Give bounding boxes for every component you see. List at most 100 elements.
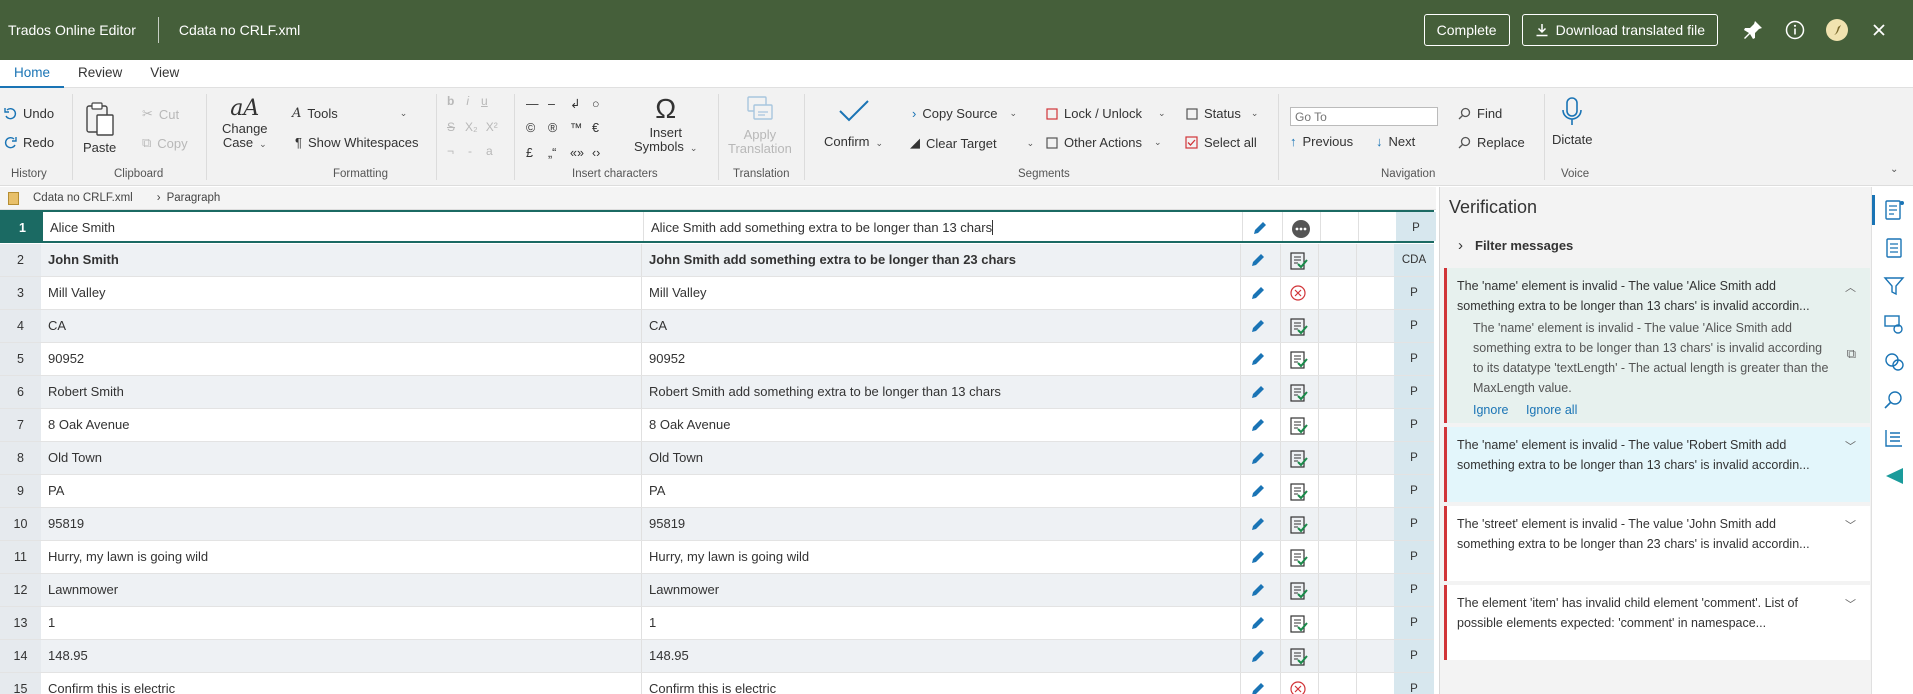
target-cell[interactable]: John Smith add something extra to be lon… [649, 252, 1016, 267]
confirmed-status-icon[interactable] [1289, 548, 1309, 568]
ignore-all-link[interactable]: Ignore all [1526, 403, 1577, 417]
document-icon[interactable] [1883, 237, 1905, 259]
target-cell[interactable]: CA [649, 318, 667, 333]
clear-target-button[interactable]: ◢ Clear Target ⌄ [910, 135, 1034, 151]
error-status-icon[interactable] [1289, 284, 1307, 302]
target-cell[interactable]: 148.95 [649, 648, 689, 663]
confirmed-status-icon[interactable] [1289, 251, 1309, 271]
target-cell[interactable]: 95819 [649, 516, 685, 531]
char-trademark[interactable]: ™ [570, 121, 592, 135]
target-cell[interactable]: 90952 [649, 351, 685, 366]
edit-pencil-icon[interactable] [1250, 384, 1266, 400]
find-button[interactable]: Find [1458, 106, 1502, 121]
char-copyright[interactable]: © [526, 121, 548, 135]
copy-message-icon[interactable]: ⧉ [1847, 344, 1856, 364]
filter-messages-toggle[interactable]: › Filter messages [1458, 237, 1573, 254]
edit-pencil-icon[interactable] [1250, 648, 1266, 664]
termbase-icon[interactable] [1883, 427, 1905, 449]
underline-button[interactable]: u [481, 94, 488, 108]
edit-pencil-icon[interactable] [1250, 615, 1266, 631]
edit-pencil-icon[interactable] [1250, 681, 1266, 694]
char-pound[interactable]: £ [526, 146, 548, 160]
char-single-guillemets[interactable]: ‹› [592, 146, 614, 160]
cut-button[interactable]: ✂ Cut [142, 106, 179, 122]
segment-row[interactable]: 14 148.95 148.95 P [0, 640, 1434, 673]
change-case-button[interactable]: aA Change Case ⌄ [222, 96, 268, 151]
edit-pencil-icon[interactable] [1252, 220, 1268, 236]
download-translated-file-button[interactable]: Download translated file [1521, 14, 1718, 46]
pin-panel-icon[interactable] [1883, 465, 1905, 487]
pin-icon[interactable] [1741, 18, 1765, 42]
confirm-button[interactable]: Confirm ⌄ [824, 98, 883, 149]
translation-memory-icon[interactable] [1883, 313, 1905, 335]
chevron-down-icon[interactable]: ⌄ [1158, 108, 1166, 119]
font-a-button[interactable]: a [486, 144, 493, 158]
edit-pencil-icon[interactable] [1250, 483, 1266, 499]
edit-pencil-icon[interactable] [1250, 252, 1266, 268]
ignore-link[interactable]: Ignore [1473, 403, 1508, 417]
segment-row[interactable]: 7 8 Oak Avenue 8 Oak Avenue P [0, 409, 1434, 442]
char-german-quotes[interactable]: „“ [548, 146, 570, 160]
chevron-down-icon[interactable]: ⌄ [1251, 108, 1259, 119]
other-actions-button[interactable]: Other Actions ⌄ [1046, 135, 1162, 150]
italic-button[interactable]: i [466, 94, 469, 108]
superscript-button[interactable]: X² [486, 120, 498, 134]
more-options-icon[interactable] [1291, 219, 1311, 239]
confirmed-status-icon[interactable] [1289, 317, 1309, 337]
target-cell[interactable]: 8 Oak Avenue [649, 417, 730, 432]
target-cell[interactable]: Lawnmower [649, 582, 719, 597]
confirmed-status-icon[interactable] [1289, 416, 1309, 436]
replace-button[interactable]: Replace [1458, 135, 1525, 150]
segment-row[interactable]: 4 CA CA P [0, 310, 1434, 343]
next-button[interactable]: ↓ Next [1376, 134, 1415, 149]
tab-view[interactable]: View [136, 60, 193, 88]
char-line-break[interactable]: ↲ [570, 96, 592, 111]
confirmed-status-icon[interactable] [1289, 647, 1309, 667]
target-cell[interactable]: Robert Smith add something extra to be l… [649, 384, 1001, 399]
char-em-dash[interactable]: — [526, 97, 548, 111]
confirmed-status-icon[interactable] [1289, 449, 1309, 469]
edit-pencil-icon[interactable] [1250, 285, 1266, 301]
edit-pencil-icon[interactable] [1250, 351, 1266, 367]
target-cell[interactable]: PA [649, 483, 665, 498]
confirmed-status-icon[interactable] [1289, 614, 1309, 634]
bold-button[interactable]: b [447, 94, 454, 108]
info-icon[interactable] [1783, 18, 1807, 42]
verification-message[interactable]: The 'name' element is invalid - The valu… [1444, 427, 1870, 502]
chevron-down-icon[interactable]: ﹀ [1845, 595, 1856, 615]
chevron-down-icon[interactable]: ⌄ [1154, 137, 1162, 148]
target-cell[interactable]: Mill Valley [649, 285, 707, 300]
chevron-up-icon[interactable]: ︿ [1845, 278, 1856, 298]
char-circle[interactable]: ○ [592, 97, 614, 111]
target-cell[interactable]: Confirm this is electric [649, 681, 776, 694]
char-guillemets[interactable]: «» [570, 146, 592, 160]
confirmed-status-icon[interactable] [1289, 350, 1309, 370]
error-status-icon[interactable] [1289, 680, 1307, 694]
collapse-ribbon-icon[interactable]: ⌄ [1890, 164, 1898, 175]
segment-row[interactable]: 12 Lawnmower Lawnmower P [0, 574, 1434, 607]
verification-message[interactable]: The element 'item' has invalid child ele… [1444, 585, 1870, 660]
chevron-down-icon[interactable]: ﹀ [1845, 437, 1856, 457]
copy-source-button[interactable]: › Copy Source ⌄ [912, 106, 1017, 121]
previous-button[interactable]: ↑ Previous [1290, 134, 1353, 149]
verification-panel-icon[interactable] [1883, 199, 1905, 221]
user-avatar[interactable] [1825, 18, 1849, 42]
insert-symbols-button[interactable]: Ω Insert Symbols ⌄ [634, 92, 697, 155]
confirmed-status-icon[interactable] [1289, 581, 1309, 601]
chevron-down-icon[interactable]: ⌄ [1010, 108, 1018, 119]
lock-unlock-button[interactable]: Lock / Unlock ⌄ [1046, 106, 1166, 121]
edit-pencil-icon[interactable] [1250, 516, 1266, 532]
dictate-button[interactable]: Dictate [1552, 96, 1592, 147]
segment-row[interactable]: 5 90952 90952 P [0, 343, 1434, 376]
segment-row[interactable]: 8 Old Town Old Town P [0, 442, 1434, 475]
paste-button[interactable]: Paste [83, 102, 116, 155]
char-euro[interactable]: € [592, 121, 614, 135]
chevron-down-icon[interactable]: ﹀ [1845, 516, 1856, 536]
select-all-button[interactable]: Select all [1185, 135, 1257, 150]
target-cell[interactable]: Alice Smith add something extra to be lo… [651, 220, 994, 235]
segment-row[interactable]: 3 Mill Valley Mill Valley P [0, 277, 1434, 310]
chevron-down-icon[interactable]: ⌄ [1027, 138, 1035, 149]
confirmed-status-icon[interactable] [1289, 383, 1309, 403]
goto-input[interactable] [1290, 107, 1438, 126]
segment-row[interactable]: 10 95819 95819 P [0, 508, 1434, 541]
